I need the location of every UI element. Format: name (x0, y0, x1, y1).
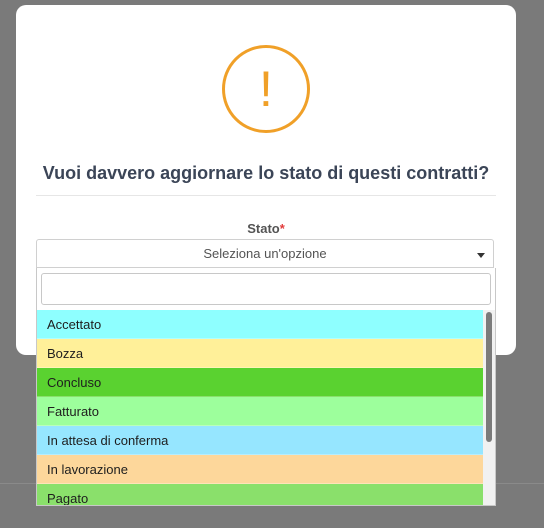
status-dropdown: Accettato Bozza Concluso Fatturato In attesa… (36, 268, 496, 506)
status-select[interactable]: Seleziona un'opzione (36, 239, 494, 268)
status-select-placeholder: Seleziona un'opzione (203, 246, 327, 261)
title-divider (36, 195, 496, 196)
exclamation-glyph: ! (259, 61, 273, 117)
dropdown-scroll-thumb[interactable] (486, 312, 492, 442)
dropdown-option[interactable]: Fatturato (37, 397, 483, 426)
dropdown-option[interactable]: In lavorazione (37, 455, 483, 484)
dropdown-option[interactable]: Pagato (37, 484, 483, 505)
dropdown-option[interactable]: Bozza (37, 339, 483, 368)
dropdown-search-input[interactable] (41, 273, 491, 305)
modal-title: Vuoi davvero aggiornare lo stato di ques… (42, 163, 490, 183)
dropdown-scrollbar[interactable] (483, 310, 495, 505)
dropdown-options-list: Accettato Bozza Concluso Fatturato In attesa… (37, 310, 483, 505)
chevron-down-icon[interactable] (477, 253, 485, 258)
dropdown-option[interactable]: Concluso (37, 368, 483, 397)
dropdown-option[interactable]: In attesa di conferma (37, 426, 483, 455)
exclamation-icon: ! (222, 45, 310, 133)
dropdown-option[interactable]: Accettato (37, 310, 483, 339)
status-label-text: Stato (247, 221, 280, 236)
required-mark: * (279, 221, 285, 236)
status-field-label: Stato* (16, 221, 516, 236)
